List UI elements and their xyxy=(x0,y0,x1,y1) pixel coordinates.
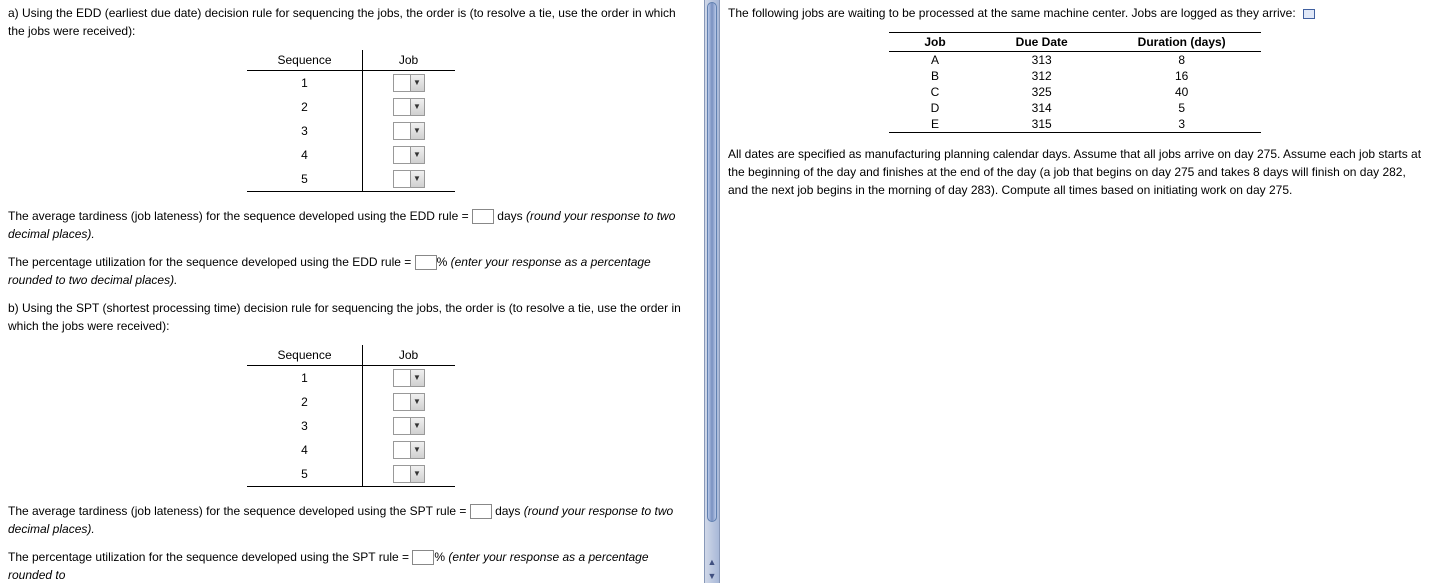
seq-num: 3 xyxy=(247,119,362,143)
scrollbar-thumb[interactable] xyxy=(707,2,717,522)
edd-job-select-4[interactable]: ▼ xyxy=(393,146,425,164)
chevron-down-icon: ▼ xyxy=(410,123,424,139)
chevron-down-icon: ▼ xyxy=(410,442,424,458)
seq-col-header: Sequence xyxy=(247,345,362,366)
chevron-down-icon: ▼ xyxy=(410,75,424,91)
due-header: Due Date xyxy=(981,33,1103,52)
spt-job-select-2[interactable]: ▼ xyxy=(393,393,425,411)
seq-num: 2 xyxy=(247,95,362,119)
edd-utilization-prompt: The percentage utilization for the seque… xyxy=(8,253,694,289)
seq-num: 3 xyxy=(247,414,362,438)
chevron-down-icon: ▼ xyxy=(410,99,424,115)
jobs-data-table: Job Due Date Duration (days) A3138 B3121… xyxy=(889,32,1260,133)
seq-num: 2 xyxy=(247,390,362,414)
seq-num: 1 xyxy=(247,366,362,391)
seq-num: 1 xyxy=(247,71,362,96)
table-row: B31216 xyxy=(889,68,1260,84)
spt-sequence-table: Sequence Job 1 ▼ 2 ▼ 3 ▼ 4 ▼ 5 ▼ xyxy=(247,345,454,487)
edd-job-select-1[interactable]: ▼ xyxy=(393,74,425,92)
left-question-panel: a) Using the EDD (earliest due date) dec… xyxy=(0,0,720,583)
job-col-header: Job xyxy=(362,50,455,71)
reference-icon[interactable] xyxy=(1303,9,1315,19)
calendar-note: All dates are specified as manufacturing… xyxy=(728,145,1422,199)
spt-utilization-input[interactable] xyxy=(412,550,434,565)
part-b-intro: b) Using the SPT (shortest processing ti… xyxy=(8,299,694,335)
spt-job-select-4[interactable]: ▼ xyxy=(393,441,425,459)
spt-tardiness-prompt: The average tardiness (job lateness) for… xyxy=(8,502,694,538)
spt-utilization-prompt: The percentage utilization for the seque… xyxy=(8,548,694,583)
duration-header: Duration (days) xyxy=(1103,33,1261,52)
spt-job-select-1[interactable]: ▼ xyxy=(393,369,425,387)
jobs-intro: The following jobs are waiting to be pro… xyxy=(728,4,1422,22)
edd-tardiness-prompt: The average tardiness (job lateness) for… xyxy=(8,207,694,243)
seq-num: 5 xyxy=(247,462,362,487)
chevron-down-icon: ▼ xyxy=(410,418,424,434)
spt-job-select-5[interactable]: ▼ xyxy=(393,465,425,483)
chevron-down-icon: ▼ xyxy=(410,171,424,187)
table-row: C32540 xyxy=(889,84,1260,100)
vertical-scrollbar[interactable]: ▲ ▼ xyxy=(704,0,720,583)
edd-job-select-2[interactable]: ▼ xyxy=(393,98,425,116)
right-info-panel: The following jobs are waiting to be pro… xyxy=(720,0,1430,583)
part-a-intro: a) Using the EDD (earliest due date) dec… xyxy=(8,4,694,40)
chevron-down-icon: ▼ xyxy=(410,370,424,386)
seq-num: 5 xyxy=(247,167,362,192)
chevron-down-icon: ▼ xyxy=(410,147,424,163)
seq-col-header: Sequence xyxy=(247,50,362,71)
table-row: E3153 xyxy=(889,116,1260,133)
scroll-up-icon[interactable]: ▲ xyxy=(705,555,719,569)
edd-sequence-table: Sequence Job 1 ▼ 2 ▼ 3 ▼ 4 ▼ 5 ▼ xyxy=(247,50,454,192)
table-row: A3138 xyxy=(889,52,1260,69)
edd-utilization-input[interactable] xyxy=(415,255,437,270)
chevron-down-icon: ▼ xyxy=(410,394,424,410)
scroll-down-icon[interactable]: ▼ xyxy=(705,569,719,583)
seq-num: 4 xyxy=(247,438,362,462)
table-row: D3145 xyxy=(889,100,1260,116)
edd-job-select-3[interactable]: ▼ xyxy=(393,122,425,140)
spt-job-select-3[interactable]: ▼ xyxy=(393,417,425,435)
job-col-header: Job xyxy=(362,345,455,366)
job-header: Job xyxy=(889,33,980,52)
spt-tardiness-input[interactable] xyxy=(470,504,492,519)
chevron-down-icon: ▼ xyxy=(410,466,424,482)
edd-job-select-5[interactable]: ▼ xyxy=(393,170,425,188)
seq-num: 4 xyxy=(247,143,362,167)
edd-tardiness-input[interactable] xyxy=(472,209,494,224)
